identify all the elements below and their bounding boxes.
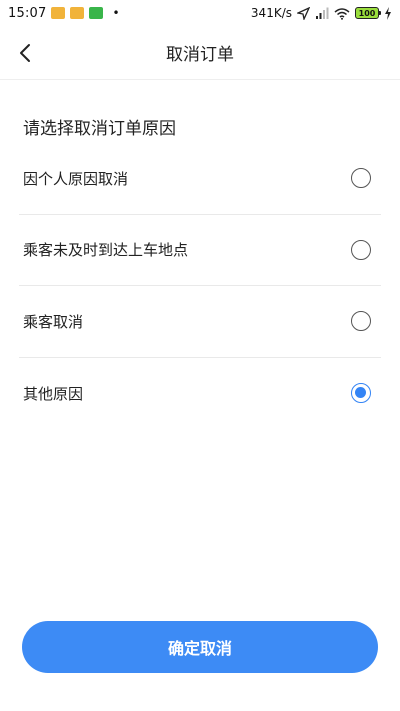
reason-label: 因个人原因取消 <box>23 169 129 188</box>
section-title: 请选择取消订单原因 <box>23 119 176 139</box>
status-bar-right: 341K/s 100 <box>251 6 392 20</box>
confirm-cancel-button[interactable]: 确定取消 <box>22 621 378 673</box>
radio-button[interactable] <box>351 239 371 260</box>
app-notification-icon <box>89 7 104 19</box>
reason-label: 乘客取消 <box>23 312 84 331</box>
reason-label: 乘客未及时到达上车地点 <box>23 241 189 260</box>
location-icon <box>297 6 310 20</box>
reason-label: 其他原因 <box>23 384 84 403</box>
radio-button-selected[interactable] <box>351 383 371 404</box>
reason-option-passenger-late[interactable]: 乘客未及时到达上车地点 <box>19 215 381 286</box>
signal-icon <box>316 7 329 19</box>
status-bar: 15:07 • 341K/s 100 <box>0 0 400 26</box>
reason-option-personal[interactable]: 因个人原因取消 <box>19 143 381 215</box>
app-notification-icon <box>70 7 85 19</box>
network-speed: 341K/s <box>250 6 292 20</box>
reason-list: 因个人原因取消 乘客未及时到达上车地点 乘客取消 其他原因 <box>0 143 400 429</box>
back-button[interactable] <box>10 38 40 68</box>
battery-icon: 100 <box>355 7 381 19</box>
status-bar-left: 15:07 • <box>8 6 120 21</box>
radio-button[interactable] <box>351 168 371 189</box>
more-notifications-dot: • <box>112 6 120 20</box>
nav-bar: 取消订单 <box>0 26 400 80</box>
reason-option-passenger-cancel[interactable]: 乘客取消 <box>19 286 381 358</box>
chevron-left-icon <box>20 44 30 62</box>
app-notification-icon <box>51 7 66 19</box>
page-title: 取消订单 <box>166 45 234 65</box>
charging-icon <box>385 6 391 20</box>
status-time: 15:07 <box>8 5 47 21</box>
radio-button[interactable] <box>351 311 371 332</box>
reason-option-other[interactable]: 其他原因 <box>19 358 381 430</box>
wifi-icon <box>334 7 350 20</box>
